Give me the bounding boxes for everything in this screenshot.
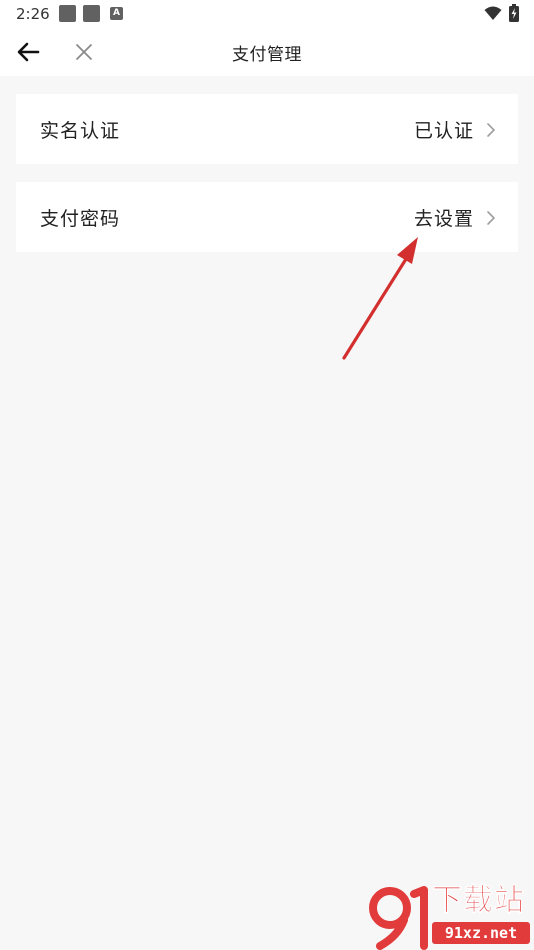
a-icon: A <box>110 7 123 20</box>
chevron-right-icon <box>487 211 495 225</box>
payment-password-row[interactable]: 支付密码 去设置 <box>16 182 518 252</box>
real-name-verification-row[interactable]: 实名认证 已认证 <box>16 94 518 164</box>
watermark-logo-icon <box>369 886 428 950</box>
row-label: 实名认证 <box>40 120 121 142</box>
wifi-icon <box>484 6 502 20</box>
row-label: 支付密码 <box>40 208 121 230</box>
watermark: 下载站 91xz.net <box>368 882 534 950</box>
page-title: 支付管理 <box>232 45 302 65</box>
gallery-icon <box>83 5 100 22</box>
battery-charging-icon <box>509 4 519 22</box>
set-password-link[interactable]: 去设置 <box>414 204 474 231</box>
gallery-icon <box>59 5 76 22</box>
chevron-right-icon <box>487 123 495 137</box>
nav-bar: 支付管理 <box>0 28 534 76</box>
row-value: 已认证 <box>413 120 474 142</box>
watermark-title: 下载站 <box>432 883 525 918</box>
status-bar: 2:26 A <box>0 0 534 28</box>
watermark-url: 91xz.net <box>432 922 530 944</box>
status-time: 2:26 <box>16 5 50 23</box>
